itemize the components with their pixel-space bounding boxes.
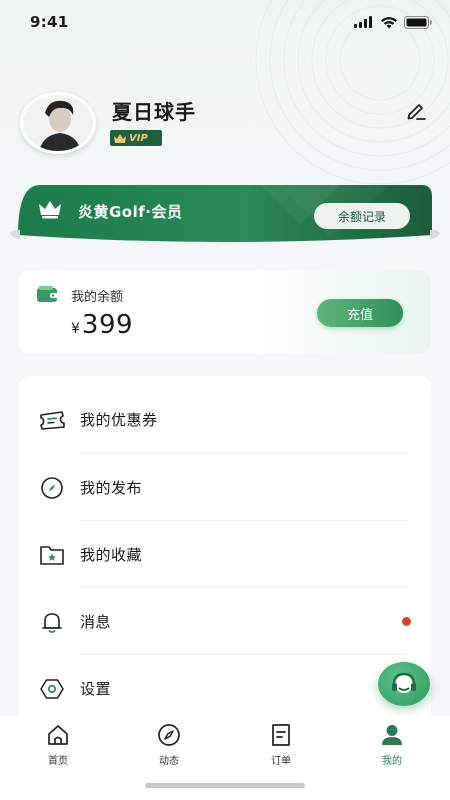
home-indicator [145,783,305,788]
member-banner-title: 炎黄Golf·会员 [78,203,183,221]
balance-record-button[interactable]: 余额记录 [314,203,410,229]
compass-icon [39,475,65,501]
tab-label: 我的 [382,756,402,767]
edit-profile-icon[interactable] [404,98,428,122]
crown-icon [114,133,126,143]
vip-badge: VIP [110,130,162,146]
balance-label: 我的余额 [71,290,124,305]
menu-item-settings[interactable]: 设置 [19,655,431,722]
status-icons [354,15,432,29]
user-icon [379,722,405,748]
order-icon [268,722,294,748]
vip-label: VIP [129,132,148,144]
avatar-image [23,95,93,151]
status-time: 9:41 [30,13,69,31]
profile-screen: 9:41 夏日球手 VIP 炎黄Golf·会员 余额记录 我的余额 ¥ 399 … [0,0,450,800]
tab-label: 动态 [159,756,179,767]
tab-orders[interactable]: 订单 [241,722,321,770]
status-bar: 9:41 [0,0,450,44]
currency-symbol: ¥ [71,321,80,337]
avatar[interactable] [20,92,96,154]
bell-icon [39,609,65,635]
headset-icon [392,672,416,693]
wifi-icon [381,16,397,28]
menu-item-posts[interactable]: 我的发布 [19,454,431,521]
home-icon [45,722,71,748]
menu-item-label: 设置 [80,680,112,698]
tab-mine[interactable]: 我的 [352,722,432,770]
menu-item-favorites[interactable]: 我的收藏 [19,521,431,588]
menu-item-label: 我的收藏 [80,546,143,564]
divider [80,452,407,453]
customer-service-button[interactable] [378,662,430,706]
wallet-icon [37,286,59,302]
battery-icon [404,15,432,29]
tab-label: 订单 [271,756,291,767]
menu-item-label: 消息 [80,613,112,631]
tab-home[interactable]: 首页 [18,722,98,770]
unread-dot [402,617,411,626]
recharge-button[interactable]: 充值 [317,299,403,327]
coupon-icon [39,407,65,433]
compass-icon [156,722,182,748]
menu-item-coupons[interactable]: 我的优惠券 [19,386,431,453]
profile-header: 夏日球手 VIP [20,92,430,154]
signal-icon [354,16,372,28]
folder-star-icon [39,542,65,568]
tab-feed[interactable]: 动态 [129,722,209,770]
menu-item-messages[interactable]: 消息 [19,588,431,655]
menu-item-label: 我的发布 [80,479,143,497]
crown-icon [39,201,61,219]
tab-label: 首页 [48,756,68,767]
balance-value: 399 [81,310,134,340]
settings-icon [39,676,65,702]
menu-item-label: 我的优惠券 [80,411,158,429]
profile-name: 夏日球手 [112,100,196,124]
menu-list: 我的优惠券 我的发布 我的收藏 消息 设置 [19,376,431,736]
balance-card: 我的余额 ¥ 399 充值 [19,270,431,354]
balance-amount: ¥ 399 [71,310,133,340]
member-banner[interactable]: 炎黄Golf·会员 余额记录 [10,185,440,247]
